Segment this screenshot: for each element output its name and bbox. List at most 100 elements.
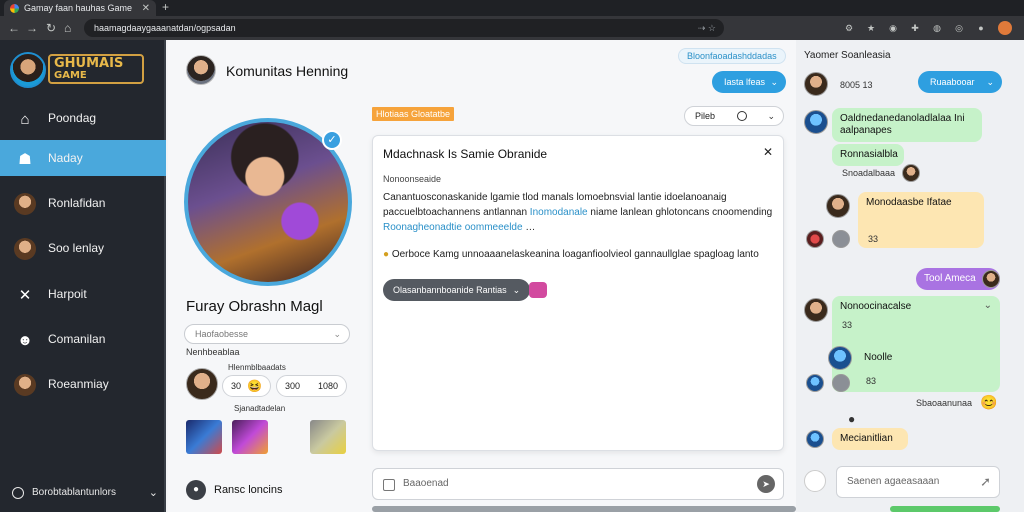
- profile-name: Furay Obrashn Magl: [186, 298, 323, 315]
- shield-icon[interactable]: ◉: [886, 21, 900, 35]
- star-icon[interactable]: ★: [864, 21, 878, 35]
- attach-icon[interactable]: [383, 479, 395, 491]
- send-icon[interactable]: ➚: [980, 467, 991, 497]
- verified-icon: ✓: [322, 130, 342, 150]
- trophy-icon: ●: [383, 249, 390, 260]
- chat-bubble: Nonoocinacalse ⌄: [832, 296, 1000, 392]
- tab-title: Gamay faan hauhas Game: [24, 3, 133, 13]
- item-tile[interactable]: [186, 420, 222, 454]
- card-paragraph: Canantuosconaskanide lgamie tlod manals …: [383, 192, 773, 233]
- extension-icon[interactable]: ⚙: [842, 21, 856, 35]
- message-meta: Snoadalbaaa: [842, 168, 896, 178]
- send-icon[interactable]: ➤: [757, 475, 775, 493]
- avatar[interactable]: [806, 430, 824, 448]
- group-icon: ☻: [17, 331, 33, 349]
- filter-dropdown[interactable]: Pileb ⌄: [684, 106, 784, 126]
- globe-icon[interactable]: ◍: [930, 21, 944, 35]
- logo-title: GHUMAIS: [54, 56, 124, 71]
- item-tile[interactable]: [232, 420, 268, 454]
- new-tab-icon[interactable]: +: [162, 0, 169, 15]
- avatar[interactable]: [832, 230, 850, 248]
- home-icon[interactable]: ⌂: [64, 20, 71, 36]
- footer-user[interactable]: ● Ransc loncins: [186, 480, 282, 500]
- chat-scrollbar[interactable]: [890, 506, 1000, 512]
- address-bar[interactable]: haamagdaaygaaanatdan/ogpsadan ⇢ ☆: [84, 19, 724, 37]
- avatar[interactable]: [804, 72, 828, 96]
- avatar[interactable]: [828, 346, 852, 370]
- avatar[interactable]: [186, 55, 216, 85]
- item-tile[interactable]: [310, 420, 346, 454]
- chat-button-left[interactable]: Iasta lfeas ⌄: [712, 71, 786, 93]
- chat-bubble: Ronnasialbla: [832, 144, 904, 166]
- card-link[interactable]: Roonagheonadtie oommeeelde: [383, 222, 523, 233]
- stat-value: 1080: [318, 381, 339, 391]
- account-avatar-icon[interactable]: [998, 21, 1012, 35]
- avatar[interactable]: [804, 298, 828, 322]
- avatar[interactable]: [806, 374, 824, 392]
- sidebar-item-active[interactable]: ☗ Naday: [0, 140, 166, 176]
- message-input[interactable]: Baaoenad ➤: [372, 468, 784, 500]
- stat-value: 300: [285, 381, 301, 391]
- scrollbar[interactable]: [372, 506, 796, 512]
- wrench-icon: ✕: [18, 287, 32, 304]
- avatar[interactable]: [832, 374, 850, 392]
- profile-select[interactable]: Haofaobesse ⌄: [184, 324, 350, 344]
- card-paragraph-2: ● Oerboce Kamg unnoaaanelaskeanina loaga…: [383, 249, 759, 260]
- card-link[interactable]: Inomodanale: [530, 207, 588, 218]
- sidebar-footer-menu[interactable]: Borobtablantunlors ⌄: [12, 486, 158, 499]
- avatar[interactable]: [826, 194, 850, 218]
- status-badge: Hlotiaas Gloatatbe: [372, 107, 455, 121]
- sidebar-item-label: Poondag: [48, 111, 97, 125]
- avatar[interactable]: [982, 270, 1000, 288]
- message-placeholder: Baaoenad: [403, 478, 449, 489]
- sync-icon[interactable]: ◎: [952, 21, 966, 35]
- logo-avatar: [10, 52, 46, 88]
- sidebar-item-tools[interactable]: ✕ Harpoit: [0, 276, 166, 312]
- chat-button-right[interactable]: Ruaabooar ⌄: [918, 71, 1002, 93]
- bookmark-icon[interactable]: ⇢ ☆: [698, 19, 716, 37]
- avatar[interactable]: [902, 164, 920, 182]
- home-icon: ⌂: [20, 110, 30, 128]
- back-icon[interactable]: ←: [8, 20, 20, 36]
- app-logo[interactable]: GHUMAIS GAME: [48, 54, 144, 84]
- chevron-down-icon: ⌄: [767, 111, 775, 121]
- chat-text: Noolle: [864, 352, 893, 363]
- message-meta: 8005 13: [840, 80, 873, 90]
- card-action-button[interactable]: Olasanbannboanide Rantias ⌄: [383, 279, 531, 301]
- gem-icon: [529, 282, 547, 298]
- sidebar-item-community[interactable]: ☻ Comanilan: [0, 321, 166, 357]
- avatar[interactable]: [806, 230, 824, 248]
- reload-icon[interactable]: ↻: [46, 20, 56, 36]
- items-label: Sjanadtadelan: [234, 404, 286, 413]
- chevron-down-icon: ⌄: [333, 329, 341, 339]
- card-title: Mdachnask Is Samie Obranide: [383, 147, 548, 161]
- chat-input[interactable]: Saenen agaeasaaan ➚: [836, 466, 1000, 498]
- close-icon[interactable]: ✕: [763, 145, 773, 159]
- forward-icon[interactable]: →: [26, 20, 38, 36]
- sidebar-item-profile[interactable]: Ronlafidan: [0, 185, 166, 221]
- circle-icon: [737, 111, 747, 121]
- message-meta: 33: [842, 320, 853, 330]
- top-link[interactable]: Bloonfaoadashddadas: [678, 48, 786, 64]
- stat-pill[interactable]: 300 1080: [276, 375, 348, 397]
- profile-sub-label: Nenhbeablaa: [186, 347, 240, 357]
- message-meta: 83: [866, 376, 877, 386]
- browser-tab[interactable]: Gamay faan hauhas Game ✕: [4, 0, 156, 16]
- avatar[interactable]: [186, 368, 218, 400]
- avatar-icon: [14, 238, 36, 260]
- sidebar-item-friends[interactable]: Soo lenlay: [0, 230, 166, 266]
- clock-icon[interactable]: [804, 470, 826, 492]
- sidebar-item-label: Roeanmiay: [48, 377, 109, 391]
- sidebar-item-more[interactable]: Roeanmiay: [0, 366, 166, 402]
- puzzle-icon[interactable]: ✚: [908, 21, 922, 35]
- stats-header: Hlenmblbaadats: [228, 363, 286, 372]
- stat-pill[interactable]: 30 😆: [222, 375, 271, 397]
- sidebar-item-home[interactable]: ⌂ Poondag: [0, 100, 166, 136]
- card-subtitle: Nonoonseaide: [383, 174, 442, 184]
- avatar[interactable]: [804, 110, 828, 134]
- sidebar-item-label: Soo lenlay: [48, 241, 105, 255]
- close-tab-icon[interactable]: ✕: [142, 3, 150, 14]
- select-placeholder: Haofaobesse: [195, 329, 249, 339]
- profile-icon[interactable]: ●: [974, 21, 988, 35]
- fire-icon: ●: [848, 412, 856, 426]
